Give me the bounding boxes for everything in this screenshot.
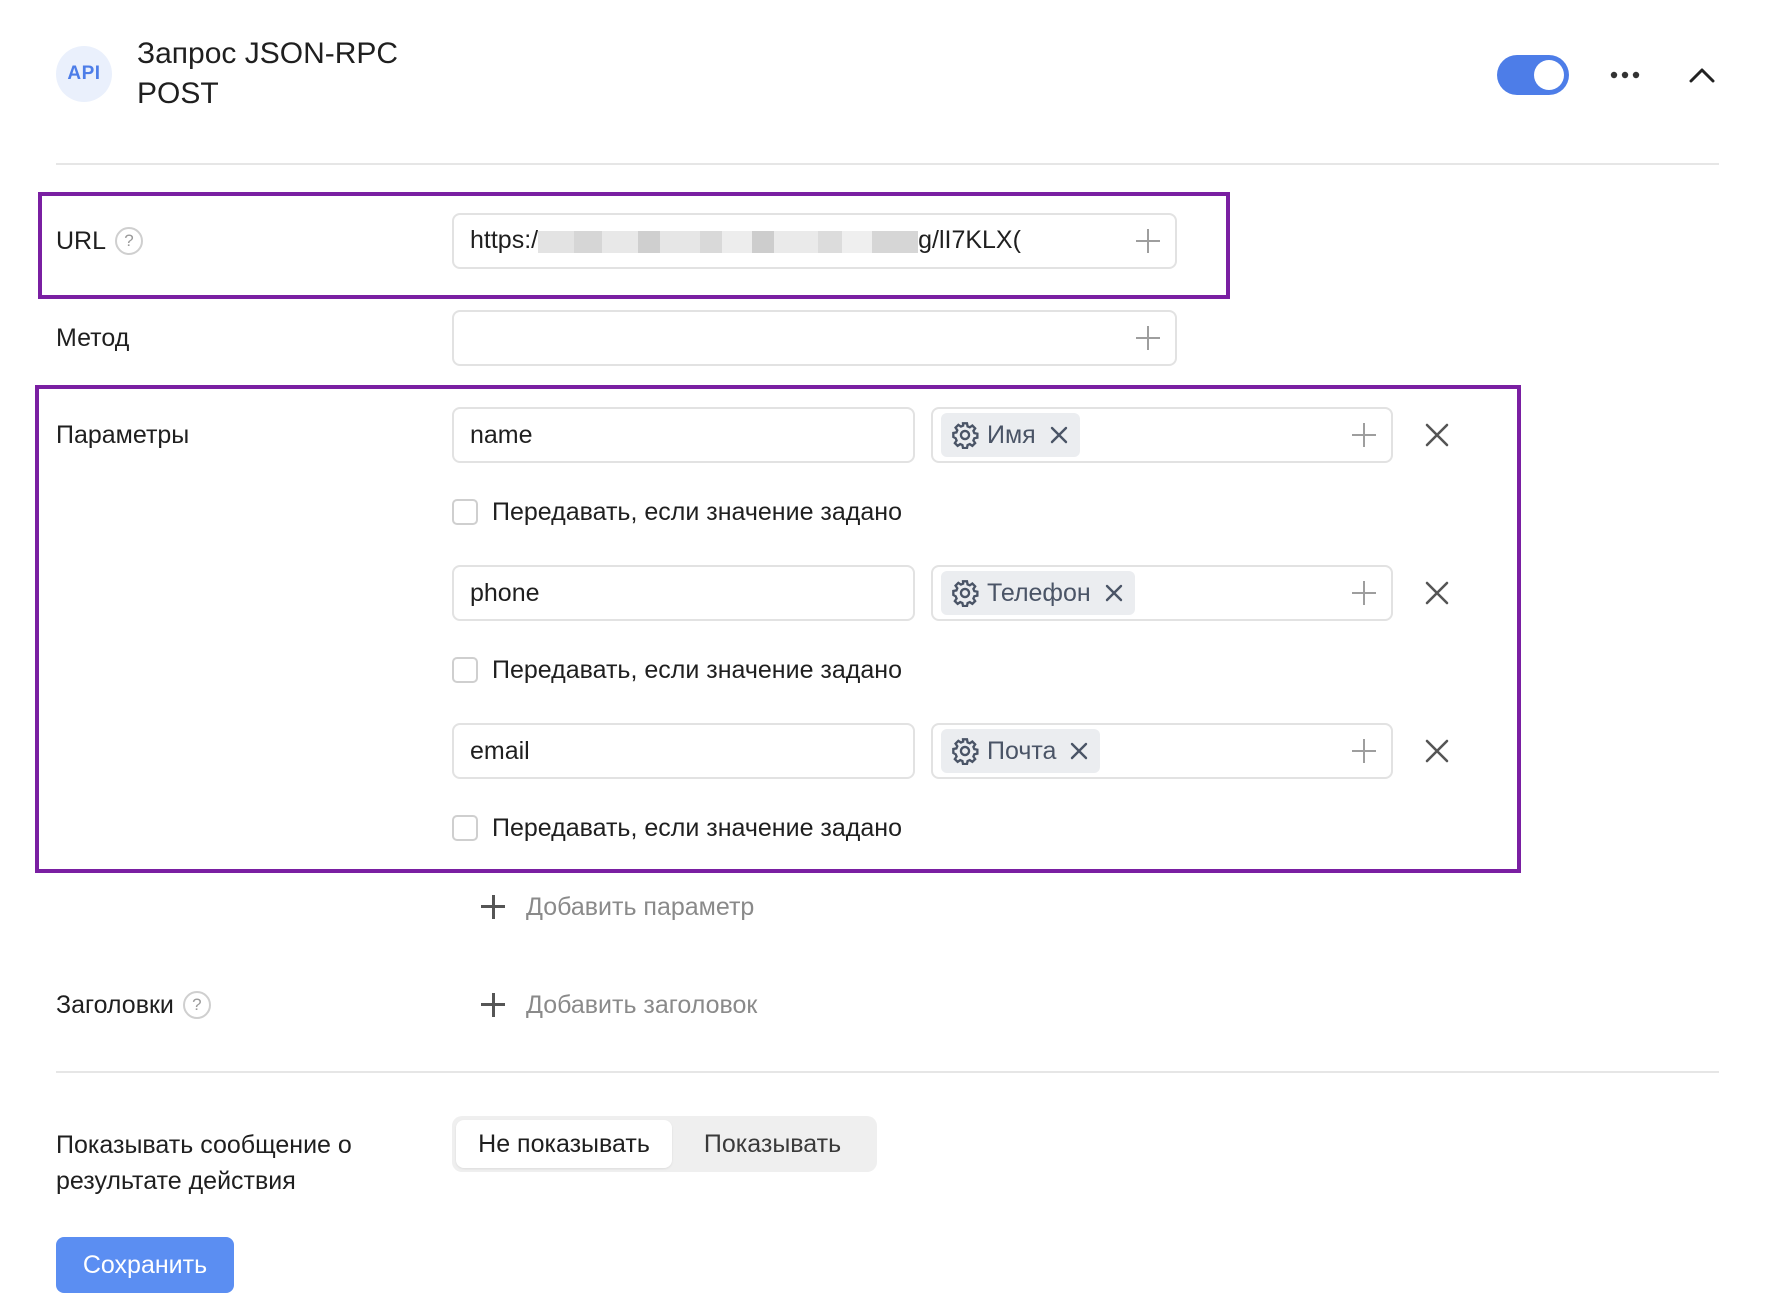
- variable-chip: Почта: [941, 729, 1101, 773]
- url-input[interactable]: https:/ g/lI7KLX(: [452, 213, 1177, 269]
- params-label: Параметры: [56, 407, 189, 463]
- add-header-button[interactable]: Добавить заголовок: [480, 987, 757, 1023]
- variable-chip: Телефон: [941, 571, 1135, 615]
- method-label-text: Метод: [56, 323, 130, 352]
- close-icon: [1425, 423, 1449, 447]
- gear-icon: [952, 738, 979, 765]
- plus-icon: [480, 894, 506, 920]
- remove-param-button[interactable]: [1417, 731, 1457, 771]
- checkbox-label: Передавать, если значение задано: [492, 497, 902, 526]
- variable-chip-label: Почта: [987, 736, 1057, 765]
- more-dots-icon: [1610, 71, 1640, 79]
- param-optional-checkbox-row[interactable]: Передавать, если значение задано: [452, 495, 902, 529]
- chip-remove-icon[interactable]: [1103, 582, 1125, 604]
- param-value-input[interactable]: Почта: [931, 723, 1393, 779]
- param-name-input[interactable]: email: [452, 723, 915, 779]
- param-optional-checkbox-row[interactable]: Передавать, если значение задано: [452, 811, 902, 845]
- result-message-switch[interactable]: Не показывать Показывать: [452, 1116, 877, 1172]
- checkbox-label: Передавать, если значение задано: [492, 813, 902, 842]
- close-icon: [1425, 581, 1449, 605]
- method-insert-plus-icon[interactable]: [1135, 325, 1161, 351]
- section-divider: [56, 1071, 1719, 1073]
- param-value-input[interactable]: Телефон: [931, 565, 1393, 621]
- add-param-label: Добавить параметр: [526, 892, 755, 921]
- collapse-button[interactable]: [1682, 55, 1722, 95]
- param-insert-plus-icon[interactable]: [1351, 738, 1377, 764]
- add-header-label: Добавить заголовок: [526, 990, 758, 1019]
- more-options-button[interactable]: [1605, 55, 1645, 95]
- url-value-end: g/lI7KLX(: [918, 226, 1021, 255]
- enable-toggle[interactable]: [1497, 55, 1569, 95]
- param-value-input[interactable]: Имя: [931, 407, 1393, 463]
- param-optional-checkbox[interactable]: [452, 657, 478, 683]
- url-label-text: URL: [56, 226, 107, 255]
- api-badge: API: [56, 46, 112, 102]
- close-icon: [1425, 739, 1449, 763]
- remove-param-button[interactable]: [1417, 415, 1457, 455]
- option-show[interactable]: Показывать: [672, 1120, 873, 1168]
- option-hide[interactable]: Не показывать: [456, 1120, 672, 1168]
- header-divider: [56, 163, 1719, 165]
- headers-help-icon[interactable]: ?: [182, 991, 211, 1019]
- toggle-knob: [1534, 60, 1564, 90]
- remove-param-button[interactable]: [1417, 573, 1457, 613]
- method-label: Метод: [56, 310, 129, 366]
- chip-remove-icon[interactable]: [1068, 740, 1090, 762]
- param-name-value: phone: [470, 578, 540, 607]
- param-name-value: email: [470, 736, 530, 765]
- param-name-value: name: [470, 420, 533, 449]
- headers-label: Заголовки ?: [56, 977, 211, 1033]
- variable-chip-label: Имя: [987, 420, 1036, 449]
- save-button[interactable]: Сохранить: [56, 1237, 234, 1293]
- chevron-up-icon: [1689, 68, 1715, 83]
- params-label-text: Параметры: [56, 420, 190, 449]
- add-param-button[interactable]: Добавить параметр: [480, 889, 754, 925]
- param-insert-plus-icon[interactable]: [1351, 580, 1377, 606]
- plus-icon: [480, 992, 506, 1018]
- chip-remove-icon[interactable]: [1048, 424, 1070, 446]
- url-help-icon[interactable]: ?: [115, 227, 144, 255]
- gear-icon: [952, 422, 979, 449]
- param-name-input[interactable]: name: [452, 407, 915, 463]
- param-optional-checkbox-row[interactable]: Передавать, если значение задано: [452, 653, 902, 687]
- param-optional-checkbox[interactable]: [452, 815, 478, 841]
- url-value: https:/ g/lI7KLX(: [470, 226, 1175, 256]
- method-input[interactable]: [452, 310, 1177, 366]
- checkbox-label: Передавать, если значение задано: [492, 655, 902, 684]
- gear-icon: [952, 580, 979, 607]
- param-name-input[interactable]: phone: [452, 565, 915, 621]
- param-optional-checkbox[interactable]: [452, 499, 478, 525]
- card-title: Запрос JSON-RPC POST: [137, 37, 399, 110]
- variable-chip: Имя: [941, 413, 1080, 457]
- result-message-label: Показывать сообщение о результате действ…: [56, 1131, 352, 1195]
- url-insert-plus-icon[interactable]: [1135, 228, 1161, 254]
- url-label: URL ?: [56, 213, 144, 269]
- url-redacted: [538, 227, 919, 256]
- variable-chip-label: Телефон: [987, 578, 1091, 607]
- headers-label-text: Заголовки: [56, 990, 174, 1019]
- url-value-start: https:/: [470, 226, 539, 255]
- param-insert-plus-icon[interactable]: [1351, 422, 1377, 448]
